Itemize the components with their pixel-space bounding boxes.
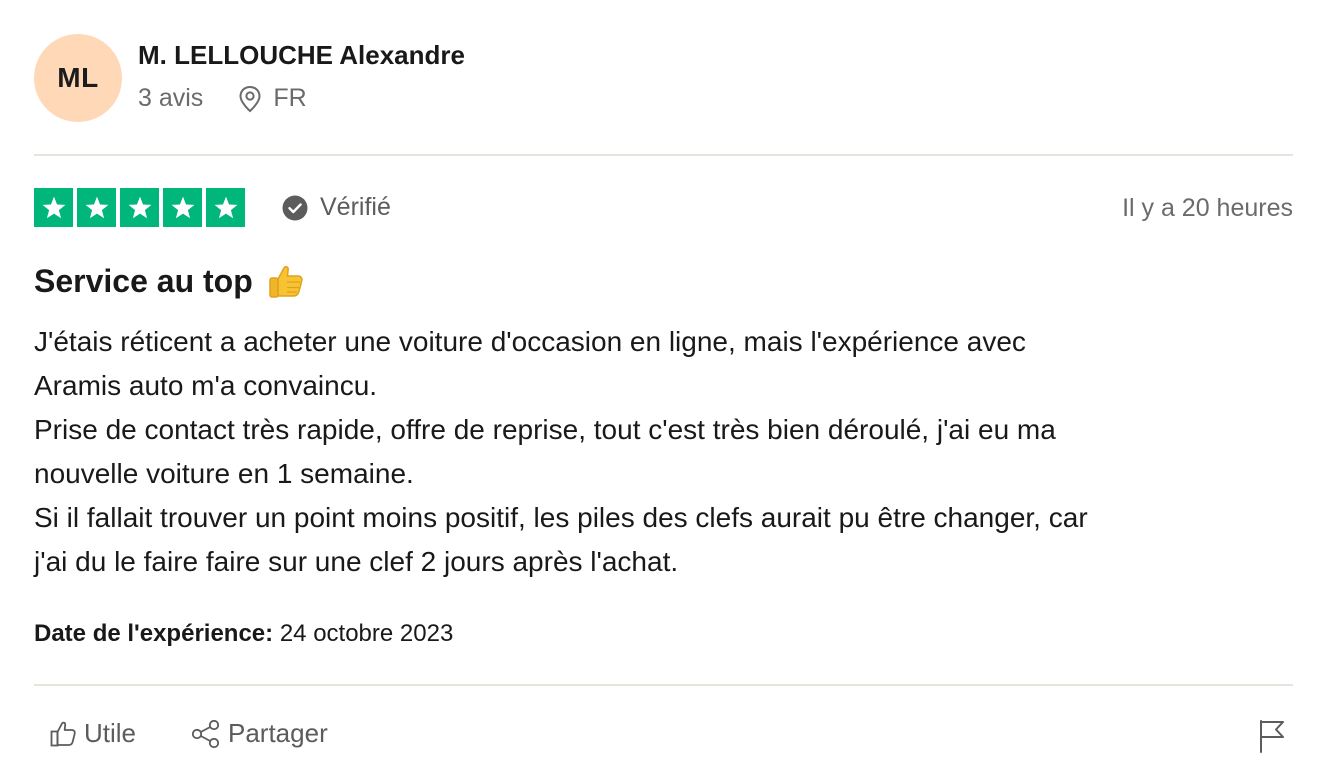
check-circle-icon bbox=[282, 195, 308, 220]
rating-row: Vérifié Il y a 20 heures bbox=[34, 188, 1293, 228]
reviewer-location: FR bbox=[237, 84, 307, 113]
flag-icon bbox=[1260, 720, 1284, 753]
reviews-count: 3 avis bbox=[138, 84, 204, 112]
useful-button[interactable]: Utile bbox=[48, 718, 136, 749]
review-body-line: Aramis auto m'a convaincu. bbox=[34, 370, 378, 401]
divider bbox=[34, 684, 1293, 686]
star-rating bbox=[34, 188, 245, 227]
review-body: J'étais réticent a acheter une voiture d… bbox=[34, 320, 1293, 584]
star-icon bbox=[77, 188, 116, 227]
star-icon bbox=[163, 188, 202, 227]
report-button[interactable] bbox=[1257, 718, 1293, 754]
experience-date-value: 24 octobre 2023 bbox=[273, 620, 454, 647]
location-pin-icon bbox=[239, 85, 261, 112]
reviewer-header: ML M. LELLOUCHE Alexandre 3 avis FR bbox=[34, 34, 1293, 124]
share-button[interactable]: Partager bbox=[190, 718, 328, 749]
review-body-line: Prise de contact très rapide, offre de r… bbox=[34, 414, 1056, 445]
verified-badge[interactable]: Vérifié bbox=[282, 193, 391, 222]
review-actions: Utile Partager bbox=[34, 718, 1293, 762]
useful-label: Utile bbox=[84, 718, 137, 748]
verified-label: Vérifié bbox=[320, 193, 391, 221]
review-card: ML M. LELLOUCHE Alexandre 3 avis FR Véri… bbox=[34, 0, 1293, 780]
review-body-line: j'ai du le faire faire sur une clef 2 jo… bbox=[34, 546, 679, 577]
reviewer-meta: 3 avis FR bbox=[138, 84, 307, 113]
share-label: Partager bbox=[228, 718, 328, 748]
review-body-line: nouvelle voiture en 1 semaine. bbox=[34, 458, 414, 489]
review-title[interactable]: Service au top bbox=[34, 260, 307, 302]
divider bbox=[34, 154, 1293, 156]
review-title-text: Service au top bbox=[34, 262, 253, 299]
star-icon bbox=[34, 188, 73, 227]
reviewer-name[interactable]: M. LELLOUCHE Alexandre bbox=[138, 40, 465, 71]
share-icon bbox=[191, 719, 220, 748]
review-body-line: J'étais réticent a acheter une voiture d… bbox=[34, 326, 1026, 357]
star-icon bbox=[120, 188, 159, 227]
review-body-line: Si il fallait trouver un point moins pos… bbox=[34, 502, 1088, 533]
thumbs-up-icon bbox=[265, 260, 307, 302]
country-code: FR bbox=[273, 84, 307, 112]
experience-date-label: Date de l'expérience: bbox=[34, 620, 274, 647]
star-icon bbox=[206, 188, 245, 227]
thumbs-up-outline-icon bbox=[50, 721, 76, 746]
review-timestamp: Il y a 20 heures bbox=[1122, 194, 1293, 222]
avatar[interactable]: ML bbox=[34, 34, 122, 122]
experience-date: Date de l'expérience: 24 octobre 2023 bbox=[34, 620, 453, 648]
